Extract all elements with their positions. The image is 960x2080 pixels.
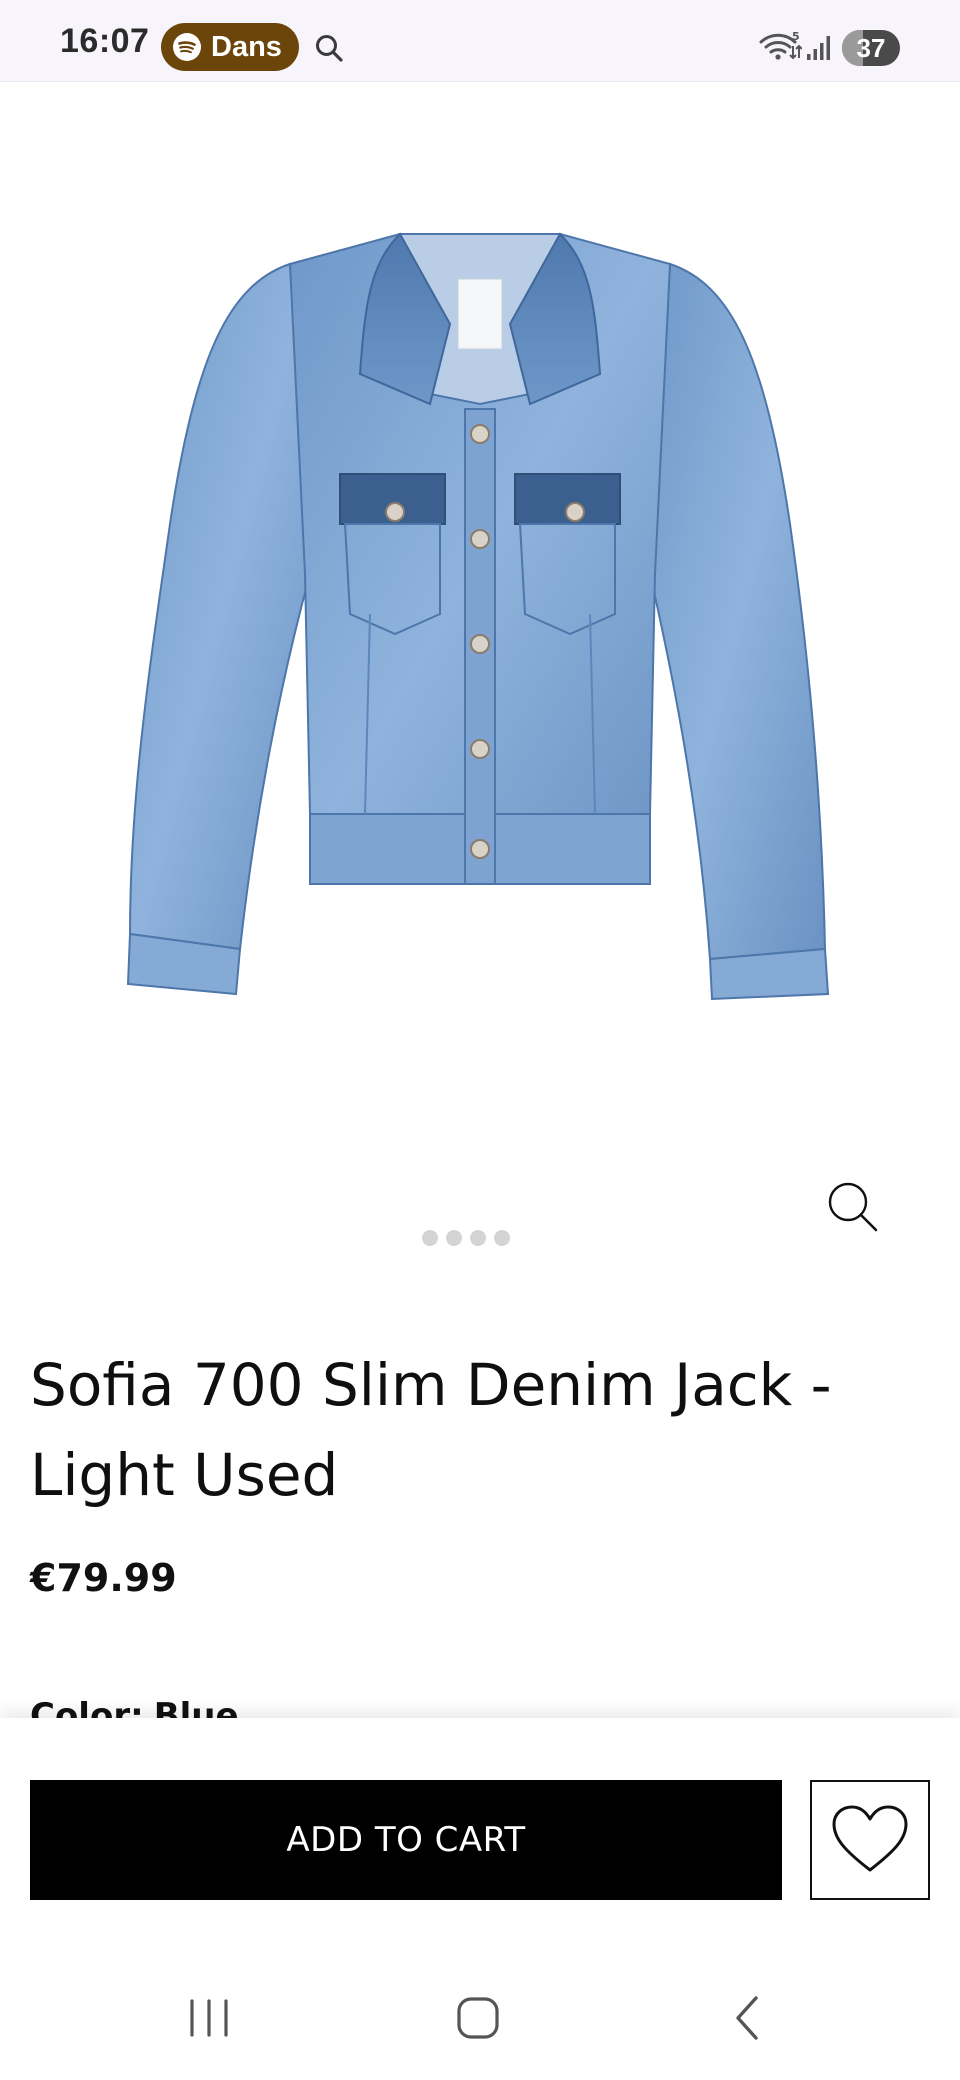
back-icon bbox=[736, 1996, 758, 2040]
zoom-button[interactable] bbox=[824, 1178, 884, 1238]
spotify-icon bbox=[173, 33, 201, 61]
recents-icon bbox=[190, 1999, 228, 2037]
carousel-dot[interactable] bbox=[494, 1230, 510, 1246]
svg-text:5: 5 bbox=[792, 30, 800, 43]
product-title: Sofia 700 Slim Denim Jack - Light Used bbox=[30, 1351, 832, 1509]
status-bar: 16:07 Dans 5 37 bbox=[0, 0, 960, 82]
status-time: 16:07 bbox=[60, 22, 150, 60]
signal-icon bbox=[807, 36, 830, 60]
back-button[interactable] bbox=[706, 1976, 790, 2060]
add-to-cart-button[interactable]: ADD TO CART bbox=[30, 1780, 782, 1900]
action-bar: ADD TO CART bbox=[0, 1718, 960, 1956]
recents-button[interactable] bbox=[167, 1976, 251, 2060]
battery-level: 37 bbox=[856, 33, 886, 63]
carousel-dots bbox=[422, 1230, 510, 1246]
product-price: €79.99 bbox=[30, 1556, 177, 1600]
home-button[interactable] bbox=[436, 1976, 520, 2060]
search-icon bbox=[316, 35, 343, 62]
product-image-gallery[interactable] bbox=[0, 82, 960, 1280]
denim-jacket-image bbox=[126, 232, 830, 1001]
wifi-icon: 5 bbox=[759, 30, 802, 60]
heart-icon bbox=[832, 1805, 908, 1872]
carousel-dot[interactable] bbox=[470, 1230, 486, 1246]
media-pill[interactable]: Dans bbox=[161, 23, 299, 71]
home-icon bbox=[457, 1997, 499, 2039]
battery-badge: 37 bbox=[842, 30, 900, 66]
navigation-bar bbox=[0, 1956, 960, 2080]
carousel-dot[interactable] bbox=[422, 1230, 438, 1246]
carousel-dot[interactable] bbox=[446, 1230, 462, 1246]
media-pill-label: Dans bbox=[211, 30, 282, 63]
magnifier-icon bbox=[828, 1182, 878, 1232]
wishlist-button[interactable] bbox=[810, 1780, 930, 1900]
